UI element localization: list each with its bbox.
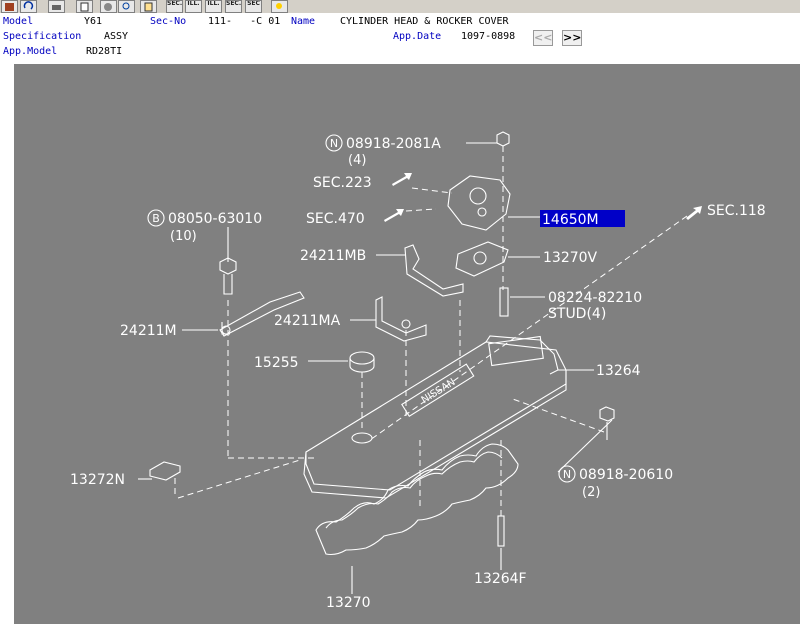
appmodel-value: RD28TI	[86, 46, 123, 57]
label-13272n[interactable]: 13272N	[70, 472, 125, 488]
secno-value: 111- -C 01	[208, 16, 281, 27]
label-15255[interactable]: 15255	[254, 355, 299, 371]
label-08050-63010-qty: (10)	[170, 229, 197, 244]
b-badge: B	[152, 212, 160, 225]
label-24211ma[interactable]: 24211MA	[274, 313, 341, 329]
name-label: Name	[291, 16, 316, 27]
sec-ill-icon[interactable]: SEC.	[166, 0, 183, 13]
pad-13272n	[149, 461, 181, 481]
next-button[interactable]: >>	[562, 30, 582, 46]
label-08918-2081a[interactable]: 08918-2081A	[346, 136, 441, 152]
label-24211mb[interactable]: 24211MB	[300, 248, 366, 264]
label-24211m[interactable]: 24211M	[120, 323, 177, 339]
n-badge-2: N	[563, 468, 571, 481]
arrow-sec118	[686, 206, 702, 220]
appmodel-label: App.Model	[3, 46, 58, 57]
sec-icon[interactable]: SEC.	[225, 0, 242, 13]
model-value: Y61	[84, 16, 103, 27]
bracket-24211mb	[404, 244, 464, 297]
arrow-sec470	[384, 209, 404, 222]
bracket-24211ma	[375, 296, 427, 342]
list-icon[interactable]	[76, 0, 93, 13]
oil-cap-15255	[349, 351, 375, 365]
label-08918-20610-qty: (2)	[582, 485, 600, 500]
label-13264[interactable]: 13264	[596, 363, 641, 379]
label-14650m[interactable]: 14650M	[542, 212, 599, 228]
label-13270v[interactable]: 13270V	[543, 250, 598, 266]
tb-label-4: SEC.	[226, 0, 242, 7]
label-13270[interactable]: 13270	[326, 595, 371, 611]
bulb-icon[interactable]	[271, 0, 288, 13]
spec-label: Specification	[3, 31, 82, 42]
label-sec223[interactable]: SEC.223	[313, 175, 372, 191]
circle-icon[interactable]	[100, 0, 117, 13]
left-margin	[0, 64, 14, 624]
zoom-icon[interactable]	[118, 0, 135, 13]
label-stud: STUD(4)	[548, 306, 606, 322]
exploded-diagram: N 08918-2081A (4) SEC.223 SEC.470 14650M…	[70, 131, 766, 611]
tb-label-5: SEC	[247, 0, 260, 7]
gasket-13270	[315, 443, 519, 556]
appdate-label: App.Date	[393, 31, 442, 42]
label-sec118[interactable]: SEC.118	[707, 203, 766, 219]
ill-icon[interactable]: ILL.	[185, 0, 202, 13]
label-08918-20610[interactable]: 08918-20610	[579, 467, 673, 483]
label-08050-63010[interactable]: 08050-63010	[168, 211, 262, 227]
tb-label-3: ILL.	[207, 0, 220, 7]
print-icon[interactable]	[48, 0, 65, 13]
label-13264f[interactable]: 13264F	[474, 571, 527, 587]
label-08224-82210[interactable]: 08224-82210	[548, 290, 642, 306]
prev-button[interactable]: <<	[533, 30, 553, 46]
gasket-13270v	[455, 241, 509, 277]
egr-valve-14650m	[447, 175, 511, 231]
toolbar: SEC. ILL. ILL. SEC. SEC	[0, 0, 800, 13]
tb-label-2: ILL.	[187, 0, 200, 7]
secno-label: Sec-No	[150, 16, 187, 27]
label-08918-2081a-qty: (4)	[348, 153, 366, 168]
arrow-sec223	[392, 173, 412, 186]
page-icon[interactable]	[140, 0, 157, 13]
bolt-08050-63010	[219, 257, 237, 295]
stud-13264f	[497, 515, 505, 547]
label-sec470[interactable]: SEC.470	[306, 211, 365, 227]
name-value: CYLINDER HEAD & ROCKER COVER	[340, 16, 509, 27]
tb-label-1: SEC.	[167, 0, 183, 7]
spec-value: ASSY	[104, 31, 129, 42]
nut-08918-2081a	[496, 131, 510, 147]
sec-icon-2[interactable]: SEC	[245, 0, 262, 13]
undo-icon[interactable]	[20, 0, 37, 13]
ill-icon-2[interactable]: ILL.	[205, 0, 222, 13]
n-badge-1: N	[330, 137, 338, 150]
info-header: Model Y61 Sec-No 111- -C 01 Name CYLINDE…	[0, 13, 800, 64]
illustration-canvas: N 08918-2081A (4) SEC.223 SEC.470 14650M…	[14, 64, 800, 624]
nut-08918-20610	[599, 406, 615, 422]
book-icon[interactable]	[1, 0, 18, 13]
stud-08224-82210	[499, 287, 509, 317]
model-label: Model	[3, 16, 34, 27]
appdate-value: 1097-0898	[461, 31, 516, 42]
rocker-cover-13264	[303, 341, 567, 499]
